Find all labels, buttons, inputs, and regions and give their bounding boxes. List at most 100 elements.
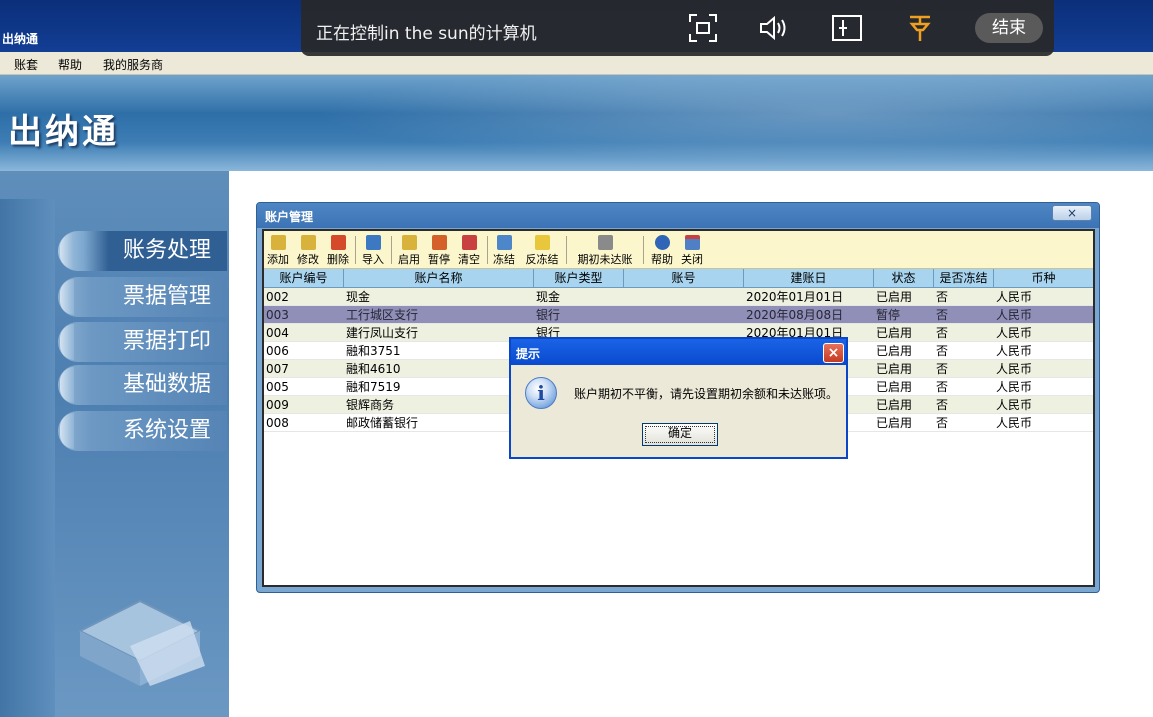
- sidebar-item-label: 系统设置: [122, 418, 211, 443]
- alert-close-button[interactable]: ×: [823, 343, 844, 363]
- sidebar-item-bill-management[interactable]: 票据管理: [58, 277, 227, 317]
- close-window-button-label: 关闭: [681, 253, 703, 266]
- sidebar-item-label: 基础数据: [122, 372, 211, 397]
- clear-button-label: 清空: [458, 253, 480, 266]
- cell-open-date: 2020年01月01日: [746, 290, 844, 304]
- cell-frozen: 否: [936, 398, 949, 412]
- toolbar-separator: [566, 236, 567, 264]
- cell-currency: 人民币: [996, 326, 1033, 340]
- menu-item-help[interactable]: 帮助: [58, 56, 82, 73]
- table-row[interactable]: 002 现金 现金 2020年01月01日 已启用 否 人民币: [264, 288, 1093, 306]
- menu-item-account-set[interactable]: 账套: [14, 56, 38, 73]
- cell-status: 已启用: [876, 326, 913, 340]
- edit-button-label: 修改: [297, 253, 319, 266]
- cell-status: 暂停: [876, 308, 901, 322]
- column-header[interactable]: 币种: [994, 269, 1093, 287]
- cell-currency: 人民币: [996, 380, 1033, 394]
- toolbar-separator: [487, 236, 488, 264]
- edit-button[interactable]: 修改: [294, 233, 322, 267]
- pin-icon[interactable]: [904, 12, 936, 44]
- freeze-icon: [496, 235, 512, 250]
- cell-frozen: 否: [936, 362, 949, 376]
- sidebar-item-base-data[interactable]: 基础数据: [58, 365, 227, 405]
- account-window-title: 账户管理: [265, 210, 314, 224]
- column-header[interactable]: 账号: [624, 269, 744, 287]
- import-icon: [365, 235, 381, 250]
- speaker-icon[interactable]: [757, 12, 789, 44]
- pause-button[interactable]: 暂停: [425, 233, 453, 267]
- sidebar: 账务处理 票据管理 票据打印 基础数据 系统设置: [0, 171, 229, 717]
- sidebar-item-accounting[interactable]: 账务处理: [58, 231, 227, 271]
- edit-icon: [300, 235, 316, 250]
- sidebar-item-system-settings[interactable]: 系统设置: [58, 411, 227, 451]
- cell-status: 已启用: [876, 344, 913, 358]
- nav-cap: [60, 413, 74, 449]
- cell-frozen: 否: [936, 326, 949, 340]
- end-session-button[interactable]: 结束: [975, 13, 1043, 43]
- help-button-label: 帮助: [651, 253, 673, 266]
- cell-account-code: 006: [266, 344, 289, 358]
- help-button[interactable]: 帮助: [648, 233, 676, 267]
- delete-icon: [330, 235, 346, 250]
- cell-account-type: 银行: [536, 308, 561, 322]
- alert-dialog: 提示 × i 账户期初不平衡，请先设置期初余额和未达账项。 确定: [509, 337, 848, 459]
- table-row[interactable]: 003 工行城区支行 银行 2020年08月08日 暂停 否 人民币: [264, 306, 1093, 324]
- nav-cap: [60, 324, 74, 360]
- opening-balance-button[interactable]: 期初未达账: [572, 233, 638, 267]
- cell-account-name: 融和3751: [346, 344, 401, 358]
- sidebar-item-bill-printing[interactable]: 票据打印: [58, 322, 227, 362]
- cell-currency: 人民币: [996, 398, 1033, 412]
- add-button[interactable]: 添加: [264, 233, 292, 267]
- nav-cap: [60, 367, 74, 403]
- nav-cap: [60, 279, 74, 315]
- alert-titlebar: 提示 ×: [511, 339, 846, 365]
- cell-account-name: 建行凤山支行: [346, 326, 419, 340]
- cell-account-code: 005: [266, 380, 289, 394]
- clear-icon: [461, 235, 477, 250]
- account-window-titlebar: 账户管理 ×: [257, 203, 1099, 228]
- column-header[interactable]: 状态: [874, 269, 934, 287]
- cell-frozen: 否: [936, 290, 949, 304]
- toolbar-separator: [643, 236, 644, 264]
- column-header[interactable]: 建账日: [744, 269, 874, 287]
- column-header[interactable]: 是否冻结: [934, 269, 994, 287]
- fullscreen-icon[interactable]: [687, 12, 719, 44]
- cell-status: 已启用: [876, 380, 913, 394]
- column-header[interactable]: 账户类型: [534, 269, 624, 287]
- unfreeze-button[interactable]: 反冻结: [522, 233, 562, 267]
- cell-currency: 人民币: [996, 290, 1033, 304]
- add-button-label: 添加: [267, 253, 289, 266]
- cell-frozen: 否: [936, 308, 949, 322]
- cell-account-type: 现金: [536, 290, 561, 304]
- cell-currency: 人民币: [996, 308, 1033, 322]
- cell-account-number: [624, 288, 744, 306]
- freeze-button[interactable]: 冻结: [490, 233, 518, 267]
- clear-button[interactable]: 清空: [455, 233, 483, 267]
- alert-message: 账户期初不平衡，请先设置期初余额和未达账项。: [574, 387, 839, 401]
- cell-status: 已启用: [876, 398, 913, 412]
- enable-icon: [401, 235, 417, 250]
- import-button-label: 导入: [362, 253, 384, 266]
- window-icon[interactable]: [831, 12, 863, 44]
- close-button[interactable]: ×: [1052, 205, 1092, 221]
- cell-account-code: 003: [266, 308, 289, 322]
- opening-balance-button-label: 期初未达账: [577, 253, 633, 266]
- banner-decoration: [230, 75, 1153, 171]
- enable-button[interactable]: 启用: [395, 233, 423, 267]
- brand-title: 出纳通: [8, 112, 119, 152]
- close-window-button[interactable]: 关闭: [678, 233, 706, 267]
- import-button[interactable]: 导入: [359, 233, 387, 267]
- delete-button[interactable]: 删除: [324, 233, 352, 267]
- pause-icon: [431, 235, 447, 250]
- menu-item-service-provider[interactable]: 我的服务商: [103, 56, 163, 73]
- unfreeze-icon: [534, 235, 550, 250]
- remote-control-label: 正在控制in the sun的计算机: [316, 24, 537, 44]
- printer-icon: [77, 599, 205, 686]
- column-header[interactable]: 账户编号: [264, 269, 344, 287]
- toolbar-separator: [391, 236, 392, 264]
- ok-button[interactable]: 确定: [642, 423, 718, 446]
- enable-button-label: 启用: [398, 253, 420, 266]
- column-header[interactable]: 账户名称: [344, 269, 534, 287]
- opening-balance-icon: [597, 235, 613, 250]
- sidebar-item-label: 票据管理: [122, 284, 211, 309]
